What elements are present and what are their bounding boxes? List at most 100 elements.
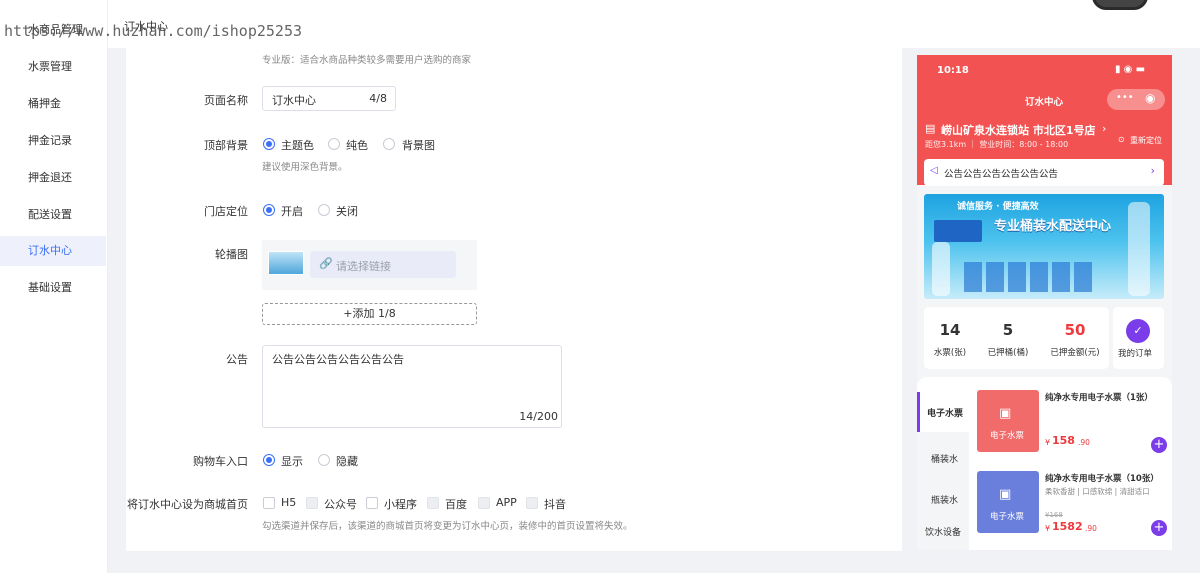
link-icon: 🔗 (319, 257, 333, 270)
status-time: 10:18 (937, 65, 969, 76)
cart-show-label: 显示 (281, 455, 303, 468)
sidebar-item-deposit-refund[interactable]: 押金退还 (0, 163, 106, 193)
channel-official-account-checkbox[interactable] (306, 497, 318, 509)
add-to-cart-button[interactable]: + (1151, 437, 1167, 453)
notice-count: 14/200 (519, 410, 558, 423)
stat-deposit-label: 已押金额(元) (1050, 348, 1100, 358)
carousel-label: 轮播图 (215, 248, 248, 261)
stat-buckets-label: 已押桶(桶) (987, 348, 1029, 358)
category-bottled-water[interactable]: 瓶装水 (931, 493, 958, 506)
product-price: 158 (1052, 434, 1075, 447)
cart-show-radio[interactable] (263, 454, 275, 466)
bg-solid-radio[interactable] (328, 138, 340, 150)
product-image: ▣ 电子水票 (977, 390, 1039, 452)
product-currency: ¥ (1045, 524, 1051, 533)
product-card[interactable]: ▣ 电子水票 纯净水专用电子水票（1张） ¥ 158 .90 + (977, 390, 1172, 474)
homepage-label: 将订水中心设为商城首页 (127, 498, 248, 511)
product-price-decimal: .90 (1085, 524, 1097, 533)
page-name-input[interactable]: 订水中心 4/8 (262, 86, 396, 111)
channel-h5-checkbox[interactable] (263, 497, 275, 509)
ticket-icon: ▣ (999, 406, 1012, 421)
category-list: 桶装水 瓶装水 饮水设备 (917, 432, 969, 550)
channel-h5-label: H5 (281, 496, 297, 509)
banner-grid-graphic (964, 262, 1094, 292)
channel-app-label: APP (496, 496, 517, 509)
channel-app-checkbox[interactable] (478, 497, 490, 509)
product-image: ▣ 电子水票 (977, 471, 1039, 533)
homepage-hint: 勾选渠道并保存后，该渠道的商城首页将变更为订水中心页，装修中的首页设置将失效。 (262, 521, 633, 532)
product-tags: 柔软香甜 | 口感软绵 | 清甜适口 (1045, 487, 1150, 496)
category-bucket-water[interactable]: 桶装水 (931, 452, 958, 465)
notice-label: 公告 (226, 353, 248, 366)
sidebar-item-water-tickets[interactable]: 水票管理 (0, 52, 106, 82)
page-name-value: 订水中心 (272, 94, 316, 107)
ticket-icon: ▣ (999, 487, 1012, 502)
edition-hint: 专业版：适合水商品种类较多需要用户选购的商家 (262, 55, 472, 66)
background-hint: 建议使用深色背景。 (262, 162, 348, 173)
banner-truck-graphic (934, 220, 982, 242)
add-carousel-button[interactable]: +添加 1/8 (262, 303, 477, 325)
sidebar-item-basic-settings[interactable]: 基础设置 (0, 273, 106, 303)
phone-banner[interactable]: 诚信服务 · 便捷高效 专业桶装水配送中心 (924, 194, 1164, 299)
sidebar-item-delivery-settings[interactable]: 配送设置 (0, 200, 106, 230)
notice-chevron-icon: › (1150, 164, 1155, 177)
carousel-item: 🔗 请选择链接 (262, 240, 477, 290)
carousel-thumbnail[interactable] (268, 251, 304, 275)
add-to-cart-button[interactable]: + (1151, 520, 1167, 536)
notice-textarea[interactable]: 公告公告公告公告公告公告 14/200 (262, 345, 562, 428)
locate-icon[interactable]: ⊙ (1118, 135, 1125, 144)
speaker-icon: ◁ (930, 165, 938, 176)
my-orders-button[interactable]: ✓ 我的订单 (1113, 307, 1164, 369)
notice-value: 公告公告公告公告公告公告 (272, 353, 404, 366)
sidebar-item-bucket-deposit[interactable]: 桶押金 (0, 89, 106, 119)
channel-douyin-label: 抖音 (544, 498, 566, 511)
link-placeholder: 请选择链接 (336, 260, 391, 273)
product-price: 1582 (1052, 520, 1083, 533)
background-label: 顶部背景 (204, 139, 248, 152)
my-orders-label: 我的订单 (1118, 349, 1153, 359)
product-image-label: 电子水票 (990, 431, 1025, 441)
product-title: 纯净水专用电子水票（10张） (1045, 474, 1159, 484)
relocate-link[interactable]: 重新定位 (1130, 135, 1162, 146)
banner-title: 专业桶装水配送中心 (994, 219, 1112, 234)
close-circle-icon[interactable]: ◉ (1145, 91, 1155, 105)
channel-mini-program-checkbox[interactable] (366, 497, 378, 509)
channel-mini-program-label: 小程序 (384, 498, 417, 511)
sidebar-item-order-center[interactable]: 订水中心 (0, 236, 106, 266)
bg-theme-radio[interactable] (263, 138, 275, 150)
page-name-count: 4/8 (369, 92, 387, 105)
stat-tickets-value: 14 (939, 321, 961, 339)
phone-preview: 10:18 ▮ ◉ ▬ 订水中心 ••• ◉ ▤ 崂山矿泉水连锁站 市北区1号店… (917, 55, 1172, 550)
product-currency: ¥ (1045, 438, 1051, 447)
store-chevron-icon[interactable]: › (1102, 122, 1106, 135)
more-icon[interactable]: ••• (1116, 92, 1134, 103)
carousel-link-selector[interactable]: 🔗 请选择链接 (310, 251, 456, 278)
location-label: 门店定位 (204, 205, 248, 218)
product-original-price: ¥168 (1045, 511, 1063, 519)
capsule-menu[interactable]: ••• ◉ (1107, 89, 1165, 110)
store-name[interactable]: 崂山矿泉水连锁站 市北区1号店 (941, 122, 1095, 138)
sidebar-item-deposit-records[interactable]: 押金记录 (0, 126, 106, 156)
bg-image-radio[interactable] (383, 138, 395, 150)
channel-douyin-checkbox[interactable] (526, 497, 538, 509)
banner-bottle-left (932, 242, 950, 296)
category-equipment[interactable]: 饮水设备 (925, 525, 961, 538)
banner-tagline: 诚信服务 · 便捷高效 (957, 202, 1039, 212)
cart-label: 购物车入口 (193, 455, 248, 468)
watermark: https://www.huzhan.com/ishop25253 (4, 22, 303, 40)
stat-buckets-value: 5 (1002, 321, 1014, 339)
orders-icon: ✓ (1126, 319, 1150, 343)
location-off-radio[interactable] (318, 204, 330, 216)
location-on-radio[interactable] (263, 204, 275, 216)
notice-bar[interactable]: ◁ 公告公告公告公告公告公告 › (924, 159, 1164, 186)
channel-official-account-label: 公众号 (324, 498, 357, 511)
category-tab-active[interactable]: 电子水票 (917, 392, 969, 432)
cart-hide-label: 隐藏 (336, 455, 358, 468)
channel-baidu-label: 百度 (445, 498, 467, 511)
user-badge[interactable] (1092, 0, 1148, 10)
location-on-label: 开启 (281, 205, 303, 218)
channel-baidu-checkbox[interactable] (427, 497, 439, 509)
page-name-label: 页面名称 (204, 94, 248, 107)
cart-hide-radio[interactable] (318, 454, 330, 466)
product-card[interactable]: ▣ 电子水票 纯净水专用电子水票（10张） 柔软香甜 | 口感软绵 | 清甜适口… (977, 471, 1172, 550)
